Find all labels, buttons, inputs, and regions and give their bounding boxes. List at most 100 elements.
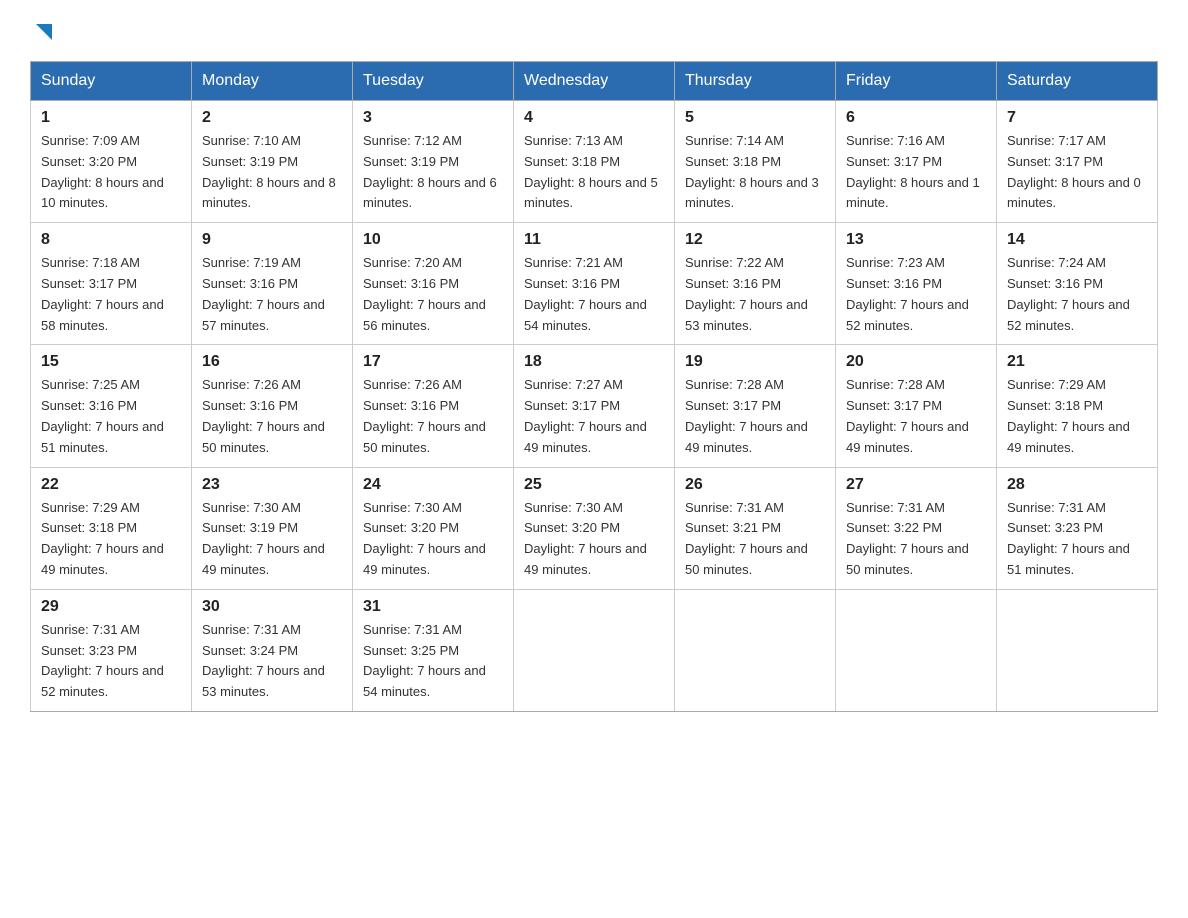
day-info: Sunrise: 7:31 AM Sunset: 3:21 PM Dayligh… xyxy=(685,498,825,581)
calendar-cell: 19 Sunrise: 7:28 AM Sunset: 3:17 PM Dayl… xyxy=(675,345,836,467)
day-info: Sunrise: 7:22 AM Sunset: 3:16 PM Dayligh… xyxy=(685,253,825,336)
day-number: 16 xyxy=(202,353,342,371)
day-info: Sunrise: 7:31 AM Sunset: 3:24 PM Dayligh… xyxy=(202,620,342,703)
day-number: 9 xyxy=(202,231,342,249)
day-number: 6 xyxy=(846,109,986,127)
calendar-cell: 10 Sunrise: 7:20 AM Sunset: 3:16 PM Dayl… xyxy=(353,223,514,345)
day-number: 12 xyxy=(685,231,825,249)
day-number: 3 xyxy=(363,109,503,127)
calendar-cell xyxy=(836,589,997,711)
day-number: 14 xyxy=(1007,231,1147,249)
calendar-cell xyxy=(514,589,675,711)
calendar-cell xyxy=(675,589,836,711)
weekday-header-tuesday: Tuesday xyxy=(353,62,514,101)
calendar-week-row: 1 Sunrise: 7:09 AM Sunset: 3:20 PM Dayli… xyxy=(31,101,1158,223)
calendar-cell: 8 Sunrise: 7:18 AM Sunset: 3:17 PM Dayli… xyxy=(31,223,192,345)
calendar-week-row: 29 Sunrise: 7:31 AM Sunset: 3:23 PM Dayl… xyxy=(31,589,1158,711)
day-info: Sunrise: 7:10 AM Sunset: 3:19 PM Dayligh… xyxy=(202,131,342,214)
calendar-cell: 11 Sunrise: 7:21 AM Sunset: 3:16 PM Dayl… xyxy=(514,223,675,345)
calendar-cell: 17 Sunrise: 7:26 AM Sunset: 3:16 PM Dayl… xyxy=(353,345,514,467)
calendar-cell: 28 Sunrise: 7:31 AM Sunset: 3:23 PM Dayl… xyxy=(997,467,1158,589)
calendar-cell: 1 Sunrise: 7:09 AM Sunset: 3:20 PM Dayli… xyxy=(31,101,192,223)
day-info: Sunrise: 7:28 AM Sunset: 3:17 PM Dayligh… xyxy=(846,375,986,458)
calendar-cell: 22 Sunrise: 7:29 AM Sunset: 3:18 PM Dayl… xyxy=(31,467,192,589)
calendar-cell: 25 Sunrise: 7:30 AM Sunset: 3:20 PM Dayl… xyxy=(514,467,675,589)
calendar-cell: 31 Sunrise: 7:31 AM Sunset: 3:25 PM Dayl… xyxy=(353,589,514,711)
day-info: Sunrise: 7:31 AM Sunset: 3:23 PM Dayligh… xyxy=(1007,498,1147,581)
calendar-cell: 13 Sunrise: 7:23 AM Sunset: 3:16 PM Dayl… xyxy=(836,223,997,345)
day-number: 31 xyxy=(363,598,503,616)
calendar-cell: 3 Sunrise: 7:12 AM Sunset: 3:19 PM Dayli… xyxy=(353,101,514,223)
day-number: 29 xyxy=(41,598,181,616)
day-info: Sunrise: 7:31 AM Sunset: 3:22 PM Dayligh… xyxy=(846,498,986,581)
calendar-cell: 6 Sunrise: 7:16 AM Sunset: 3:17 PM Dayli… xyxy=(836,101,997,223)
day-info: Sunrise: 7:31 AM Sunset: 3:23 PM Dayligh… xyxy=(41,620,181,703)
calendar-cell: 2 Sunrise: 7:10 AM Sunset: 3:19 PM Dayli… xyxy=(192,101,353,223)
calendar-cell: 18 Sunrise: 7:27 AM Sunset: 3:17 PM Dayl… xyxy=(514,345,675,467)
logo-triangle-icon xyxy=(32,20,54,47)
day-number: 2 xyxy=(202,109,342,127)
day-number: 18 xyxy=(524,353,664,371)
day-info: Sunrise: 7:26 AM Sunset: 3:16 PM Dayligh… xyxy=(202,375,342,458)
day-info: Sunrise: 7:30 AM Sunset: 3:20 PM Dayligh… xyxy=(363,498,503,581)
day-info: Sunrise: 7:30 AM Sunset: 3:20 PM Dayligh… xyxy=(524,498,664,581)
calendar-cell: 7 Sunrise: 7:17 AM Sunset: 3:17 PM Dayli… xyxy=(997,101,1158,223)
day-info: Sunrise: 7:28 AM Sunset: 3:17 PM Dayligh… xyxy=(685,375,825,458)
calendar-week-row: 22 Sunrise: 7:29 AM Sunset: 3:18 PM Dayl… xyxy=(31,467,1158,589)
calendar-cell: 4 Sunrise: 7:13 AM Sunset: 3:18 PM Dayli… xyxy=(514,101,675,223)
day-info: Sunrise: 7:17 AM Sunset: 3:17 PM Dayligh… xyxy=(1007,131,1147,214)
weekday-header-friday: Friday xyxy=(836,62,997,101)
day-number: 25 xyxy=(524,476,664,494)
day-info: Sunrise: 7:23 AM Sunset: 3:16 PM Dayligh… xyxy=(846,253,986,336)
day-number: 28 xyxy=(1007,476,1147,494)
day-number: 11 xyxy=(524,231,664,249)
calendar-cell: 9 Sunrise: 7:19 AM Sunset: 3:16 PM Dayli… xyxy=(192,223,353,345)
weekday-header-monday: Monday xyxy=(192,62,353,101)
calendar-week-row: 8 Sunrise: 7:18 AM Sunset: 3:17 PM Dayli… xyxy=(31,223,1158,345)
day-info: Sunrise: 7:21 AM Sunset: 3:16 PM Dayligh… xyxy=(524,253,664,336)
calendar-cell: 27 Sunrise: 7:31 AM Sunset: 3:22 PM Dayl… xyxy=(836,467,997,589)
day-info: Sunrise: 7:25 AM Sunset: 3:16 PM Dayligh… xyxy=(41,375,181,458)
day-info: Sunrise: 7:20 AM Sunset: 3:16 PM Dayligh… xyxy=(363,253,503,336)
calendar-cell: 15 Sunrise: 7:25 AM Sunset: 3:16 PM Dayl… xyxy=(31,345,192,467)
calendar-cell: 16 Sunrise: 7:26 AM Sunset: 3:16 PM Dayl… xyxy=(192,345,353,467)
day-number: 20 xyxy=(846,353,986,371)
page-header xyxy=(30,20,1158,41)
day-number: 1 xyxy=(41,109,181,127)
day-info: Sunrise: 7:16 AM Sunset: 3:17 PM Dayligh… xyxy=(846,131,986,214)
calendar-cell: 5 Sunrise: 7:14 AM Sunset: 3:18 PM Dayli… xyxy=(675,101,836,223)
calendar-cell: 24 Sunrise: 7:30 AM Sunset: 3:20 PM Dayl… xyxy=(353,467,514,589)
day-info: Sunrise: 7:14 AM Sunset: 3:18 PM Dayligh… xyxy=(685,131,825,214)
day-info: Sunrise: 7:13 AM Sunset: 3:18 PM Dayligh… xyxy=(524,131,664,214)
day-info: Sunrise: 7:29 AM Sunset: 3:18 PM Dayligh… xyxy=(41,498,181,581)
day-number: 24 xyxy=(363,476,503,494)
day-number: 19 xyxy=(685,353,825,371)
calendar-cell: 14 Sunrise: 7:24 AM Sunset: 3:16 PM Dayl… xyxy=(997,223,1158,345)
day-info: Sunrise: 7:29 AM Sunset: 3:18 PM Dayligh… xyxy=(1007,375,1147,458)
day-info: Sunrise: 7:19 AM Sunset: 3:16 PM Dayligh… xyxy=(202,253,342,336)
day-info: Sunrise: 7:18 AM Sunset: 3:17 PM Dayligh… xyxy=(41,253,181,336)
calendar-cell: 20 Sunrise: 7:28 AM Sunset: 3:17 PM Dayl… xyxy=(836,345,997,467)
calendar-cell: 30 Sunrise: 7:31 AM Sunset: 3:24 PM Dayl… xyxy=(192,589,353,711)
day-info: Sunrise: 7:24 AM Sunset: 3:16 PM Dayligh… xyxy=(1007,253,1147,336)
weekday-header-sunday: Sunday xyxy=(31,62,192,101)
day-number: 17 xyxy=(363,353,503,371)
weekday-header-saturday: Saturday xyxy=(997,62,1158,101)
calendar-cell xyxy=(997,589,1158,711)
day-number: 10 xyxy=(363,231,503,249)
day-number: 5 xyxy=(685,109,825,127)
calendar-cell: 23 Sunrise: 7:30 AM Sunset: 3:19 PM Dayl… xyxy=(192,467,353,589)
weekday-header-wednesday: Wednesday xyxy=(514,62,675,101)
day-number: 8 xyxy=(41,231,181,249)
calendar-cell: 29 Sunrise: 7:31 AM Sunset: 3:23 PM Dayl… xyxy=(31,589,192,711)
day-number: 27 xyxy=(846,476,986,494)
day-number: 13 xyxy=(846,231,986,249)
day-info: Sunrise: 7:12 AM Sunset: 3:19 PM Dayligh… xyxy=(363,131,503,214)
day-info: Sunrise: 7:30 AM Sunset: 3:19 PM Dayligh… xyxy=(202,498,342,581)
calendar-header-row: SundayMondayTuesdayWednesdayThursdayFrid… xyxy=(31,62,1158,101)
day-number: 30 xyxy=(202,598,342,616)
day-number: 26 xyxy=(685,476,825,494)
day-info: Sunrise: 7:27 AM Sunset: 3:17 PM Dayligh… xyxy=(524,375,664,458)
day-number: 7 xyxy=(1007,109,1147,127)
day-number: 4 xyxy=(524,109,664,127)
